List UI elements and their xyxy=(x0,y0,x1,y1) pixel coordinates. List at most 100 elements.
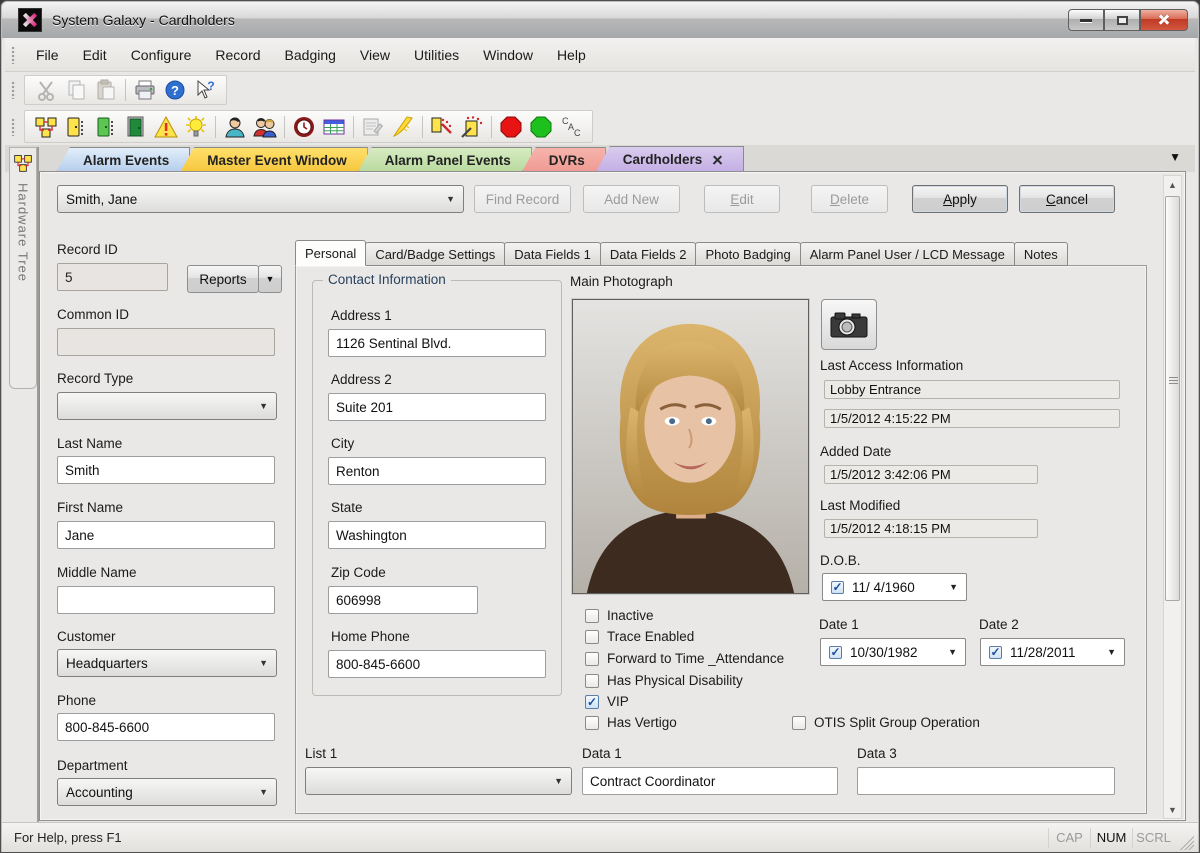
menu-badging[interactable]: Badging xyxy=(273,42,348,68)
cancel-button[interactable]: Cancel xyxy=(1019,185,1115,213)
close-tab-icon[interactable] xyxy=(712,154,723,165)
city-field[interactable] xyxy=(328,457,546,485)
cardholders-group-button[interactable] xyxy=(250,114,280,140)
time-schedule-button[interactable] xyxy=(289,114,319,140)
hardware-tree-sidebar[interactable]: Hardware Tree xyxy=(9,147,37,389)
flag-trace-enabled[interactable]: Trace Enabled xyxy=(585,629,694,644)
capture-photo-button[interactable] xyxy=(821,299,877,350)
tab-overflow-icon[interactable]: ▼ xyxy=(1169,150,1181,164)
cac-button[interactable]: CAC xyxy=(556,114,586,140)
reports-button[interactable]: Reports xyxy=(187,265,259,293)
tab-alarm-events[interactable]: Alarm Events xyxy=(56,147,190,172)
data1-field[interactable] xyxy=(582,767,838,795)
data3-field[interactable] xyxy=(857,767,1115,795)
cut-button[interactable] xyxy=(31,77,61,103)
scroll-down-icon[interactable]: ▼ xyxy=(1164,801,1181,818)
tab-alarm-panel-user[interactable]: Alarm Panel User / LCD Message xyxy=(800,242,1015,266)
tab-cardholders[interactable]: Cardholders xyxy=(596,146,745,172)
context-help-button[interactable]: ? xyxy=(190,77,220,103)
department-combo[interactable]: Accounting ▼ xyxy=(57,778,277,806)
closed-door-button[interactable] xyxy=(121,114,151,140)
signature-button[interactable] xyxy=(388,114,418,140)
cardholder-name-combo[interactable]: Smith, Jane ▼ xyxy=(57,185,464,213)
resize-grip[interactable] xyxy=(1180,836,1194,850)
copy-button[interactable] xyxy=(61,77,91,103)
restore-button[interactable] xyxy=(1104,9,1140,31)
reports-dropdown-button[interactable]: ▼ xyxy=(258,265,282,293)
tab-card-badge-settings[interactable]: Card/Badge Settings xyxy=(365,242,505,266)
tab-master-event-window[interactable]: Master Event Window xyxy=(180,147,367,172)
tab-personal[interactable]: Personal xyxy=(295,240,366,266)
flag-physical-disability[interactable]: Has Physical Disability xyxy=(585,673,743,688)
hardware-tree-button[interactable] xyxy=(31,114,61,140)
stop-button[interactable] xyxy=(496,114,526,140)
alarm-warning-button[interactable] xyxy=(151,114,181,140)
tab-dvrs[interactable]: DVRs xyxy=(522,147,606,172)
tab-data-fields-1[interactable]: Data Fields 1 xyxy=(504,242,601,266)
help-button[interactable]: ? xyxy=(160,77,190,103)
tab-photo-badging[interactable]: Photo Badging xyxy=(695,242,800,266)
forward-time-checkbox[interactable] xyxy=(585,652,599,666)
find-record-button[interactable]: Find Record xyxy=(474,185,571,213)
date2-checkbox[interactable] xyxy=(989,646,1002,659)
flag-otis-split-group[interactable]: OTIS Split Group Operation xyxy=(792,715,980,730)
delete-button[interactable]: Delete xyxy=(811,185,888,213)
has-vertigo-checkbox[interactable] xyxy=(585,716,599,730)
menu-view[interactable]: View xyxy=(348,42,402,68)
print-button[interactable] xyxy=(130,77,160,103)
tab-alarm-panel-events[interactable]: Alarm Panel Events xyxy=(358,147,532,172)
phone-field[interactable] xyxy=(57,713,275,741)
date1-checkbox[interactable] xyxy=(829,646,842,659)
menu-utilities[interactable]: Utilities xyxy=(402,42,471,68)
menu-file[interactable]: File xyxy=(24,42,71,68)
scrollbar-thumb[interactable] xyxy=(1165,196,1180,601)
otis-checkbox[interactable] xyxy=(792,716,806,730)
menu-configure[interactable]: Configure xyxy=(119,42,204,68)
dob-picker[interactable]: 11/ 4/1960 ▼ xyxy=(822,573,967,601)
badge-wand-button[interactable] xyxy=(427,114,457,140)
physical-disability-checkbox[interactable] xyxy=(585,674,599,688)
flag-has-vertigo[interactable]: Has Vertigo xyxy=(585,715,677,730)
badge-sparkle-button[interactable] xyxy=(457,114,487,140)
data-table-button[interactable] xyxy=(319,114,349,140)
home-phone-field[interactable] xyxy=(328,650,546,678)
flag-inactive[interactable]: Inactive xyxy=(585,608,654,623)
date2-picker[interactable]: 11/28/2011 ▼ xyxy=(980,638,1125,666)
address1-field[interactable] xyxy=(328,329,546,357)
vip-checkbox[interactable] xyxy=(585,695,599,709)
flag-forward-time-attendance[interactable]: Forward to Time _Attendance xyxy=(585,651,784,666)
customer-combo[interactable]: Headquarters ▼ xyxy=(57,649,277,677)
inactive-checkbox[interactable] xyxy=(585,609,599,623)
cardholder-button[interactable] xyxy=(220,114,250,140)
trace-enabled-checkbox[interactable] xyxy=(585,630,599,644)
address2-field[interactable] xyxy=(328,393,546,421)
minimize-button[interactable] xyxy=(1068,9,1104,31)
paste-button[interactable] xyxy=(91,77,121,103)
tab-data-fields-2[interactable]: Data Fields 2 xyxy=(600,242,697,266)
list1-combo[interactable]: ▼ xyxy=(305,767,572,795)
zip-code-field[interactable] xyxy=(328,586,478,614)
door-groups-button[interactable] xyxy=(91,114,121,140)
add-new-button[interactable]: Add New xyxy=(583,185,680,213)
first-name-field[interactable] xyxy=(57,521,275,549)
close-button[interactable] xyxy=(1140,9,1188,31)
flag-vip[interactable]: VIP xyxy=(585,694,629,709)
vertical-scrollbar[interactable]: ▲ ▼ xyxy=(1163,175,1182,819)
alert-bulb-button[interactable] xyxy=(181,114,211,140)
menu-record[interactable]: Record xyxy=(203,42,272,68)
menu-edit[interactable]: Edit xyxy=(71,42,119,68)
apply-button[interactable]: Apply xyxy=(912,185,1008,213)
state-field[interactable] xyxy=(328,521,546,549)
menu-window[interactable]: Window xyxy=(471,42,545,68)
edit-button[interactable]: Edit xyxy=(704,185,780,213)
middle-name-field[interactable] xyxy=(57,586,275,614)
scroll-up-icon[interactable]: ▲ xyxy=(1164,176,1181,193)
last-name-field[interactable] xyxy=(57,456,275,484)
go-button[interactable] xyxy=(526,114,556,140)
report-button[interactable] xyxy=(358,114,388,140)
record-type-combo[interactable]: ▼ xyxy=(57,392,277,420)
dob-checkbox[interactable] xyxy=(831,581,844,594)
date1-picker[interactable]: 10/30/1982 ▼ xyxy=(820,638,966,666)
tab-notes[interactable]: Notes xyxy=(1014,242,1068,266)
menu-help[interactable]: Help xyxy=(545,42,598,68)
